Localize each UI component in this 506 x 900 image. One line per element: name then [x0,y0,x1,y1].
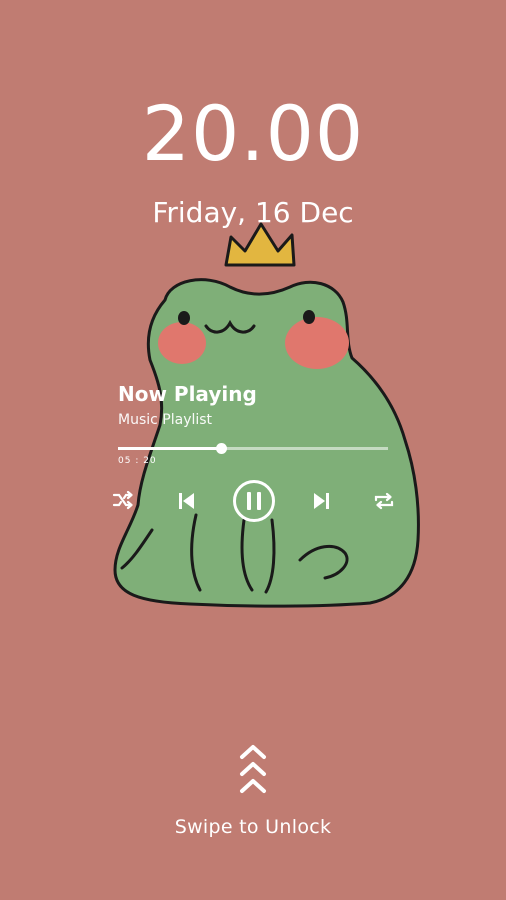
progress-fill [118,447,221,450]
repeat-icon[interactable] [373,491,395,511]
progress-knob[interactable] [215,443,227,454]
now-playing-title: Now Playing [118,382,257,406]
progress-bar[interactable] [118,443,388,454]
skip-next-icon[interactable] [311,491,331,511]
swipe-to-unlock-label: Swipe to Unlock [174,816,332,838]
skip-previous-icon[interactable] [177,491,197,511]
chevrons-up-icon[interactable] [235,743,271,801]
pause-icon[interactable] [232,479,276,523]
elapsed-time: 05 : 20 [118,456,157,466]
playlist-name: Music Playlist [118,412,213,428]
shuffle-icon[interactable] [112,490,134,510]
